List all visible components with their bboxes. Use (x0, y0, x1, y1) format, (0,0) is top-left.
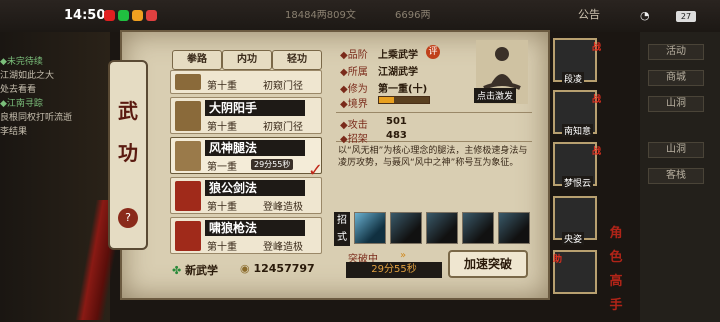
attack-value: 501 (386, 116, 407, 127)
role-master-tab[interactable]: 角色 高手 (604, 222, 628, 318)
belong-label: ◆所属 (340, 67, 368, 78)
book-icon (175, 181, 201, 211)
quest-line: 李结果 (0, 127, 28, 137)
app-icon (118, 10, 129, 21)
coin-value: 12457797 (253, 262, 315, 275)
top-resource-left: 18484两809文 (285, 10, 356, 21)
skill-status: 初窥门径 (263, 81, 303, 92)
new-skill-button[interactable]: ✤ 新武学 (172, 262, 232, 280)
avatar-label[interactable]: 点击激发 (474, 88, 517, 103)
check-icon: ✓ (308, 160, 324, 181)
cultivation-value: 第一重(十) (378, 84, 428, 95)
character-name: 梦恨云 (562, 176, 594, 189)
quest-line: 江湖如此之大 (0, 71, 55, 81)
skill-item[interactable]: 啸狼枪法 第十重 登峰造极 (170, 217, 322, 254)
skill-status: 登峰造极 (263, 242, 303, 253)
app-icon (146, 10, 157, 21)
tab-light[interactable]: 轻功 (272, 50, 322, 70)
breakthrough-timer: 29分55秒 (346, 262, 442, 278)
rank-label: ◆品阶 (340, 50, 368, 61)
coin-icon: ◉ (240, 262, 250, 275)
realm-progress-fill (379, 97, 394, 103)
realm-label: ◆境界 (340, 99, 368, 110)
book-icon (175, 74, 201, 90)
quest-line: 良根同权打听流逝 (0, 113, 73, 123)
move-slot[interactable] (462, 212, 494, 244)
move-slot[interactable] (354, 212, 386, 244)
nav-button[interactable]: 商城 (648, 70, 704, 86)
new-skill-label: 新武学 (185, 264, 219, 277)
belong-value: 江湖武学 (378, 67, 418, 78)
skill-level: 第十重 (207, 202, 237, 213)
skill-level: 第十重 (207, 81, 237, 92)
character-badge: 战 (592, 43, 602, 53)
character-badge: 助 (553, 255, 563, 265)
skill-item[interactable]: 第十重 初窥门径 (170, 70, 322, 94)
tab-fist[interactable]: 拳路 (172, 50, 222, 70)
quest-line: 处去看看 (0, 85, 37, 95)
nav-button[interactable]: 客栈 (648, 168, 704, 184)
meditation-figure-icon (483, 47, 521, 90)
help-button[interactable]: ? (118, 208, 138, 228)
skill-item[interactable]: 大阴阳手 第十重 初窥门径 (170, 97, 322, 134)
battery-icon: 27 (676, 11, 696, 22)
quest-title: ◆江南寻踪 (0, 99, 43, 109)
character-badge: 战 (592, 147, 602, 157)
tab-inner[interactable]: 内功 (222, 50, 272, 70)
character-badge: 战 (592, 95, 602, 105)
rank-badge: 评 (426, 45, 440, 59)
moves-label: 招式 (334, 212, 350, 246)
skill-name: 啸狼枪法 (205, 220, 305, 236)
character-name: 南知意 (562, 124, 594, 137)
move-slot[interactable] (390, 212, 422, 244)
realm-progress-bar (378, 96, 430, 104)
parry-label: ◆招架 (340, 134, 368, 145)
skill-timer: 29分55秒 (251, 159, 294, 170)
nav-button[interactable]: 山洞 (648, 142, 704, 158)
breakthrough-arrows: » (400, 250, 407, 261)
top-resource-right: 6696两 (395, 10, 431, 21)
rank-value: 上乘武学 (378, 50, 418, 61)
skill-name: 狼公剑法 (205, 180, 305, 196)
speed-up-button[interactable]: 加速突破 (448, 250, 528, 278)
skill-status: 初窥门径 (263, 122, 303, 133)
nav-button[interactable]: 山洞 (648, 96, 704, 112)
attack-label: ◆攻击 (340, 120, 368, 131)
move-slot[interactable] (498, 212, 530, 244)
skill-description: 以“风无相”为核心理念的腿法，主修极速身法与凌厉攻势，与聂风“风中之神”称号互为… (338, 146, 528, 168)
skill-name: 大阴阳手 (205, 100, 305, 116)
skill-level: 第一重 (207, 162, 237, 173)
clock: 14:50 (64, 8, 106, 23)
skill-item[interactable]: 狼公剑法 第十重 登峰造极 (170, 177, 322, 214)
skill-name: 风神腿法 (205, 140, 305, 156)
move-slot[interactable] (426, 212, 458, 244)
app-icon (132, 10, 143, 21)
skill-level: 第十重 (207, 122, 237, 133)
skill-level: 第十重 (207, 242, 237, 253)
notice-button[interactable]: 公告 (578, 6, 600, 22)
nav-button[interactable]: 活动 (648, 44, 704, 60)
coin-display: ◉ 12457797 (240, 262, 320, 275)
app-icon (104, 10, 115, 21)
status-bar: 14:50 18484两809文 6696两 公告 ◔ 27 (0, 0, 720, 32)
wifi-icon: ◔ (640, 9, 650, 22)
skill-status: 登峰造极 (263, 202, 303, 213)
leaf-icon: ✤ (172, 264, 182, 277)
character-name: 段凌 (562, 72, 585, 85)
skill-item-selected[interactable]: 风神腿法 第一重 29分55秒 (170, 137, 322, 174)
quest-tracker[interactable]: ◆未完待续 江湖如此之大 处去看看 ◆江南寻踪 良根同权打听流逝 李结果 (0, 55, 108, 145)
book-icon (175, 221, 201, 251)
scroll-title: 武功 (118, 99, 138, 165)
parry-value: 483 (386, 130, 407, 141)
quest-title: ◆未完待续 (0, 57, 43, 67)
character-name: 央姿 (562, 232, 585, 245)
book-icon (175, 141, 201, 171)
book-icon (175, 101, 201, 131)
cultivation-label: ◆修为 (340, 84, 368, 95)
